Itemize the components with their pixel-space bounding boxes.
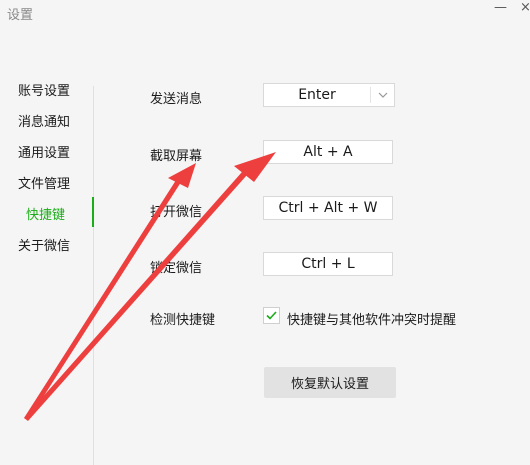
sidebar-divider (93, 86, 94, 465)
open-wechat-label: 打开微信 (150, 205, 203, 220)
close-icon[interactable]: × (520, 1, 530, 15)
window-title: 设置 (7, 8, 34, 23)
sidebar-item-shortcuts[interactable]: 快捷键 (26, 204, 65, 223)
select-separator (370, 87, 371, 103)
reset-defaults-button[interactable]: 恢复默认设置 (264, 367, 396, 398)
send-message-value: Enter (298, 87, 336, 103)
sidebar-item-files[interactable]: 文件管理 (18, 173, 70, 192)
check-icon (266, 311, 277, 320)
minimize-icon[interactable]: — (494, 1, 507, 15)
screenshot-shortcut-field[interactable]: Alt + A (263, 140, 393, 164)
chevron-down-icon[interactable] (376, 87, 390, 103)
conflict-reminder-label: 快捷键与其他软件冲突时提醒 (287, 313, 457, 328)
send-message-label: 发送消息 (150, 92, 203, 107)
send-message-select[interactable]: Enter (263, 83, 395, 107)
sidebar-item-about[interactable]: 关于微信 (18, 235, 70, 254)
sidebar-item-notifications[interactable]: 消息通知 (18, 111, 70, 130)
screenshot-label: 截取屏幕 (150, 149, 203, 164)
open-wechat-shortcut-field[interactable]: Ctrl + Alt + W (263, 196, 393, 220)
annotation-arrow-screenshot-field (24, 152, 276, 421)
lock-wechat-label: 锁定微信 (150, 261, 203, 276)
sidebar-item-account[interactable]: 账号设置 (18, 80, 70, 99)
settings-window: 设置 — × 账号设置 消息通知 通用设置 文件管理 快捷键 关于微信 发送消息… (0, 0, 530, 465)
detect-shortcut-label: 检测快捷键 (150, 313, 216, 328)
conflict-reminder-checkbox[interactable] (263, 307, 280, 324)
active-tab-indicator (92, 197, 94, 227)
sidebar-item-general[interactable]: 通用设置 (18, 142, 70, 161)
lock-wechat-shortcut-field[interactable]: Ctrl + L (263, 252, 393, 276)
